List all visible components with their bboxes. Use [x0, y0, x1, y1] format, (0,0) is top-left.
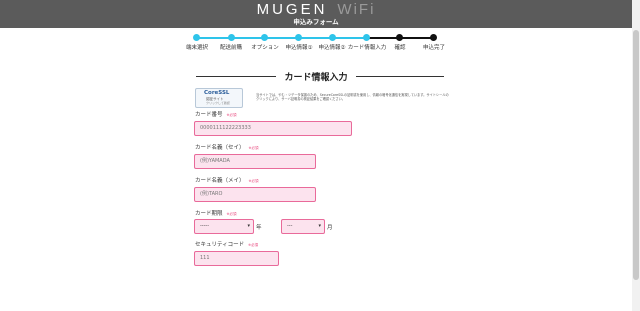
- step-dot: [295, 34, 302, 41]
- step-dot: [261, 34, 268, 41]
- vertical-scrollbar[interactable]: [632, 0, 640, 311]
- expiry-month-value: ---: [287, 223, 293, 229]
- ssl-seal-caption: クリックして確認: [206, 101, 230, 105]
- expiry-label: カード期限 ※必須: [195, 209, 236, 217]
- security-code-placeholder: 111: [200, 255, 210, 261]
- security-code-label: セキュリティコード ※必須: [195, 240, 258, 248]
- required-mark: ※必須: [226, 212, 237, 216]
- step-dot: [329, 34, 336, 41]
- step-dot: [396, 34, 403, 41]
- step-dot: [193, 34, 200, 41]
- scrollbar-thumb[interactable]: [633, 30, 639, 280]
- name-sei-input[interactable]: (例)YAMADA: [194, 154, 316, 169]
- step-dot: [430, 34, 437, 41]
- ssl-seal[interactable]: CoreSSL 認証サイト クリックして確認: [195, 88, 243, 108]
- page-subtitle: 申込みフォーム: [293, 18, 339, 26]
- title-rule-right: [356, 76, 444, 77]
- expiry-month-unit: 月: [327, 225, 333, 231]
- ssl-notice: 当サイトでは、やむ・ツデータ保護のため、SecureCoreSSLの証明書を使用…: [256, 93, 449, 102]
- chevron-down-icon: ▾: [318, 223, 321, 229]
- required-mark: ※必須: [248, 146, 259, 150]
- section-title: カード情報入力: [284, 73, 348, 83]
- name-mei-label-text: カード名義（メイ）: [195, 178, 245, 184]
- step-label: 申込完了: [422, 45, 445, 51]
- required-mark: ※必須: [248, 243, 259, 247]
- expiry-year-unit: 年: [256, 225, 262, 231]
- security-code-label-text: セキュリティコード: [195, 242, 245, 248]
- header-bar: MUGEN WiFi 申込みフォーム: [0, 0, 632, 28]
- expiry-year-value: -----: [200, 223, 210, 229]
- required-mark: ※必須: [248, 179, 259, 183]
- card-number-value: 0000111122223333: [200, 125, 251, 131]
- name-sei-placeholder: (例)YAMADA: [200, 158, 230, 164]
- card-number-input[interactable]: 0000111122223333: [194, 121, 352, 136]
- chevron-down-icon: ▾: [247, 223, 250, 229]
- expiry-year-select[interactable]: ----- ▾: [194, 219, 254, 234]
- card-number-label: カード番号 ※必須: [195, 110, 236, 118]
- card-number-label-text: カード番号: [195, 112, 223, 118]
- required-mark: ※必須: [226, 113, 237, 117]
- expiry-label-text: カード期限: [195, 211, 223, 217]
- step-dot: [228, 34, 235, 41]
- security-code-input[interactable]: 111: [194, 251, 279, 266]
- expiry-month-select[interactable]: --- ▾: [281, 219, 325, 234]
- step-dot-current: [363, 34, 370, 41]
- name-sei-label-text: カード名義（セイ）: [195, 145, 245, 151]
- name-mei-input[interactable]: (例)TARO: [194, 187, 316, 202]
- name-mei-placeholder: (例)TARO: [200, 191, 223, 197]
- ssl-seal-title: CoreSSL: [204, 90, 230, 96]
- progress-line-done: [197, 37, 366, 39]
- name-sei-label: カード名義（セイ） ※必須: [195, 143, 258, 151]
- name-mei-label: カード名義（メイ） ※必須: [195, 176, 258, 184]
